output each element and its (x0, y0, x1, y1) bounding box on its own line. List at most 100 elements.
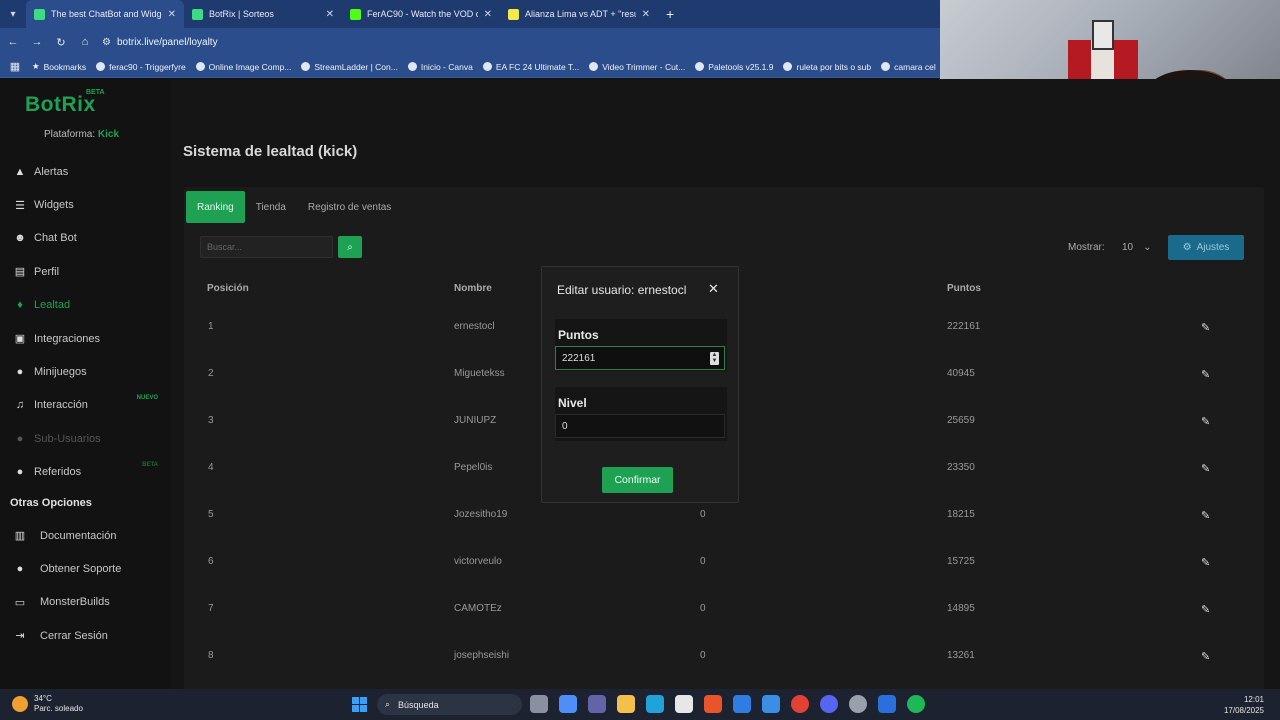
sidebar-item-perfil[interactable]: ▤ Perfil (0, 255, 170, 288)
tab-tienda[interactable]: Tienda (245, 191, 297, 223)
bookmark-favicon-icon (195, 62, 205, 71)
warning-icon: ▲ (14, 165, 26, 178)
bookmark-favicon-icon (482, 62, 492, 71)
level-input[interactable]: 0 (555, 414, 725, 438)
home-icon[interactable]: ⌂ (78, 36, 92, 48)
edge-icon[interactable] (646, 695, 664, 713)
edit-pencil-icon[interactable]: ✎ (1201, 368, 1210, 381)
edit-pencil-icon[interactable]: ✎ (1201, 415, 1210, 428)
spotify-icon[interactable] (907, 695, 925, 713)
level-section: Nivel 0 (555, 387, 727, 441)
forward-arrow-icon[interactable]: → (30, 36, 44, 48)
bookmark-favicon-icon (783, 62, 793, 71)
bookmark-item[interactable]: camara cel (881, 62, 936, 72)
docs-icon[interactable] (878, 695, 896, 713)
search-button[interactable]: ⌕ (338, 236, 362, 258)
sidebar-item-lealtad[interactable]: ♦ Lealtad (0, 289, 170, 322)
browser-tab-bar: ▾ The best ChatBot and Widgets ✕ BotRix … (0, 0, 940, 28)
app-icon[interactable] (704, 695, 722, 713)
points-input[interactable]: 222161 ▲ ▼ (555, 346, 725, 370)
webcam-frame (1092, 20, 1114, 50)
sidebar-item-alertas[interactable]: ▲ Alertas (0, 155, 170, 188)
bookmark-item[interactable]: StreamLadder | Con... (301, 62, 398, 72)
close-tab-icon[interactable]: ✕ (326, 9, 334, 20)
beta-badge: BETA (86, 89, 105, 96)
bookmark-item[interactable]: ruleta por bits o sub (783, 62, 871, 72)
bookmark-item[interactable]: Online Image Comp... (195, 62, 291, 72)
browser-tab-4[interactable]: Alianza Lima vs ADT + "resultad ✕ (500, 0, 658, 28)
bookmark-item[interactable]: Inicio - Canva (407, 62, 473, 72)
store-icon[interactable] (675, 695, 693, 713)
bookmark-item[interactable]: ★ Bookmarks (32, 61, 86, 72)
sidebar-item-soporte[interactable]: ● Obtener Soporte (0, 552, 170, 585)
settings-button[interactable]: ⚙ Ajustes (1168, 235, 1244, 260)
points-section: Puntos 222161 ▲ ▼ (555, 319, 727, 371)
new-tab-icon[interactable]: + (658, 6, 682, 22)
list-icon: ☰ (15, 199, 25, 212)
sidebar-item-integraciones[interactable]: ▣ Integraciones (0, 322, 170, 355)
mail-icon[interactable] (733, 695, 751, 713)
column-name: Nombre (454, 283, 492, 294)
apps-grid-icon[interactable]: ▦ (8, 60, 22, 73)
show-select[interactable]: 10 ⌄ (1122, 236, 1162, 258)
tab-favicon-icon (350, 8, 361, 20)
edit-pencil-icon[interactable]: ✎ (1201, 603, 1210, 616)
sidebar-item-documentacion[interactable]: ▥ Documentación (0, 519, 170, 552)
bookmark-item[interactable]: EA FC 24 Ultimate T... (482, 62, 579, 72)
sidebar-item-interaccion[interactable]: ♫ Interacción NUEVO (0, 389, 170, 422)
close-tab-icon[interactable]: ✕ (642, 9, 650, 20)
taskbar-clock[interactable]: 12:01 17/08/2025 (1224, 694, 1264, 716)
site-settings-icon[interactable]: ⚙ (102, 37, 111, 48)
sidebar-item-chat-bot[interactable]: ☻ Chat Bot (0, 222, 170, 255)
table-row: 7 CAMOTEz 0 14895 ✎ (208, 603, 1211, 616)
number-spinner[interactable]: ▲ ▼ (710, 352, 719, 365)
browser-tab-1[interactable]: The best ChatBot and Widgets ✕ (26, 0, 184, 28)
botrix-logo[interactable]: BotRix (25, 93, 96, 117)
close-tab-icon[interactable]: ✕ (484, 9, 492, 20)
back-arrow-icon[interactable]: ← (6, 36, 20, 48)
sidebar-item-cerrar-sesion[interactable]: ⇥ Cerrar Sesión (0, 619, 170, 652)
discord-icon[interactable] (820, 695, 838, 713)
taskbar-search[interactable]: ⌕ Búsqueda (377, 694, 522, 715)
bookmark-item[interactable]: ferac90 - Triggerfyre (96, 62, 186, 72)
bookmark-item[interactable]: Video Trimmer - Cut... (589, 62, 685, 72)
column-position: Posición (207, 283, 249, 294)
photos-icon[interactable] (762, 695, 780, 713)
sidebar-item-minijuegos[interactable]: ● Minijuegos (0, 355, 170, 388)
sidebar-item-sub-usuarios[interactable]: ● Sub-Usuarios (0, 422, 170, 455)
reload-icon[interactable]: ↻ (54, 36, 68, 49)
tab-ranking[interactable]: Ranking (186, 191, 245, 223)
edit-pencil-icon[interactable]: ✎ (1201, 462, 1210, 475)
sidebar-item-monsterbuilds[interactable]: ▭ MonsterBuilds (0, 586, 170, 619)
edit-pencil-icon[interactable]: ✎ (1201, 509, 1210, 522)
browser-tab-3[interactable]: FerAC90 - Watch the VOD on K ✕ (342, 0, 500, 28)
search-input[interactable]: Buscar... (200, 236, 333, 258)
address-bar: ← → ↻ ⌂ ⚙ botrix.live/panel/loyalty (0, 28, 940, 56)
chrome-icon[interactable] (791, 695, 809, 713)
weather-widget[interactable]: 34°C Parc. soleado (12, 694, 83, 714)
close-icon[interactable]: ✕ (708, 281, 719, 297)
close-tab-icon[interactable]: ✕ (168, 9, 176, 20)
bookmark-item[interactable]: Paletools v25.1.9 (695, 62, 773, 72)
edit-pencil-icon[interactable]: ✎ (1201, 650, 1210, 663)
tab-search-icon[interactable]: ▾ (0, 0, 26, 28)
tab-registro-ventas[interactable]: Registro de ventas (297, 191, 402, 223)
windows-start-icon[interactable] (352, 697, 367, 712)
teams-icon[interactable] (588, 695, 606, 713)
url-field[interactable]: ⚙ botrix.live/panel/loyalty (102, 37, 218, 48)
task-view-icon[interactable] (530, 695, 548, 713)
settings-icon[interactable] (849, 695, 867, 713)
file-explorer-icon[interactable] (617, 695, 635, 713)
windows-taskbar: 34°C Parc. soleado ⌕ Búsqueda 12:01 17/0… (0, 689, 1280, 720)
taskbar-apps (530, 695, 925, 713)
edit-pencil-icon[interactable]: ✎ (1201, 321, 1210, 334)
confirm-button[interactable]: Confirmar (602, 467, 673, 493)
copilot-icon[interactable] (559, 695, 577, 713)
browser-tab-2[interactable]: BotRix | Sorteos ✕ (184, 0, 342, 28)
edit-pencil-icon[interactable]: ✎ (1201, 556, 1210, 569)
sidebar-item-widgets[interactable]: ☰ Widgets (0, 188, 170, 221)
column-points: Puntos (947, 283, 981, 294)
sidebar-item-referidos[interactable]: ● Referidos BETA (0, 456, 170, 489)
page-title: Sistema de lealtad (kick) (183, 143, 358, 160)
chevron-down-icon: ⌄ (1143, 241, 1152, 253)
